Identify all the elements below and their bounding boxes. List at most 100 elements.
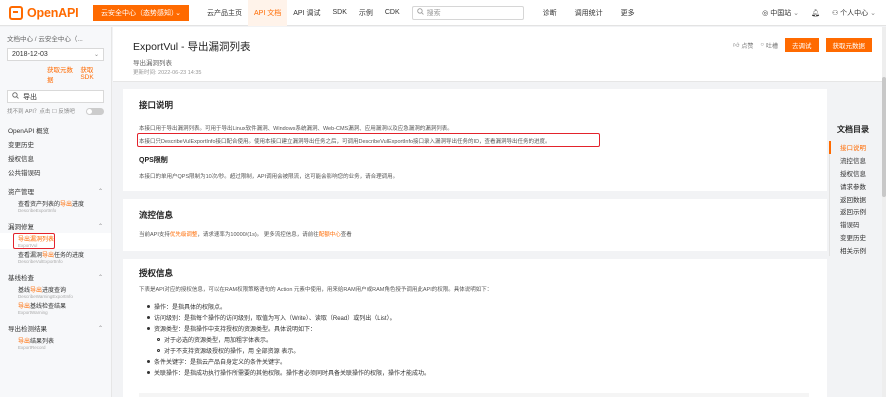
priority-adjust-link[interactable]: 优先级调整 bbox=[170, 232, 198, 238]
nav-item[interactable]: 云产品主页 bbox=[201, 0, 248, 26]
sidebar-api-item[interactable]: 查看漏洞导出任务的进度 DescribeVulExportInfo bbox=[0, 249, 111, 265]
toc-item[interactable]: 返回数据 bbox=[829, 192, 886, 205]
table-of-contents: 文档目录 接口说明 流控信息 授权信息 请求参数 返回数据 返回示例 错误码 变更历史 相关示例 bbox=[829, 124, 886, 257]
aliyun-logo-icon bbox=[9, 5, 23, 20]
search-input[interactable]: 搜索 bbox=[411, 5, 524, 20]
toc-item[interactable]: 授权信息 bbox=[829, 166, 886, 180]
page-title: ExportVul - 导出漏洞列表 bbox=[133, 41, 251, 53]
sidebar-group[interactable]: 漏洞修复 ⌃ bbox=[0, 219, 111, 233]
quota-center-link[interactable]: 配额中心 bbox=[319, 232, 341, 238]
sidebar-api-item[interactable]: 导出结果列表 ExportRecord bbox=[0, 335, 111, 351]
sidebar-api-item[interactable]: 导出漏洞列表 ExportVul bbox=[0, 233, 111, 249]
search-icon bbox=[12, 92, 19, 101]
user-icon: ⚇ bbox=[831, 10, 839, 17]
version-value: 2018-12-03 bbox=[12, 51, 48, 58]
site-switcher[interactable]: ◎ 中国站 ⌄ bbox=[762, 8, 799, 18]
sidebar-api-item[interactable]: 基线导出进度查询 DescribeWarningExportInfo bbox=[0, 284, 111, 300]
api-name: ExportWarning bbox=[18, 310, 48, 315]
nav-item[interactable]: SDK bbox=[326, 0, 352, 26]
sidebar-group-label: 资产管理 bbox=[8, 189, 34, 196]
page-header: ExportVul - 导出漏洞列表 导出漏洞列表 更新时间: 2022-06-… bbox=[113, 27, 886, 82]
logo-text: OpenAPI bbox=[27, 5, 79, 20]
api-title: 查看漏洞导出任务的进度 bbox=[18, 250, 107, 259]
sidebar-item-label: 变更历史 bbox=[8, 142, 34, 149]
search-value: 导出 bbox=[23, 93, 37, 101]
bullet-item: 关联操作：是指成功执行操作所需要的其他权限。操作者必须同时具备关联操作的权限，操… bbox=[147, 367, 430, 378]
toc-item[interactable]: 错误码 bbox=[829, 217, 886, 231]
flow-text-mid: ，请求速率为10000/(1s)。 更多流控信息，请前往 bbox=[197, 232, 319, 238]
sidebar-group[interactable]: 导出检测结果 ⌃ bbox=[0, 321, 111, 335]
page-scrollbar[interactable] bbox=[882, 27, 886, 397]
like-label: 点赞 bbox=[741, 43, 754, 50]
version-select[interactable]: 2018-12-03 ⌄ bbox=[7, 48, 104, 61]
top-navigation-bar: OpenAPI 云安全中心（态势感知） ⌄ 云产品主页 API 文档 API 调试 S… bbox=[0, 0, 886, 26]
sidebar-api-item[interactable]: 导出基线检查结果 ExportWarning bbox=[0, 300, 111, 316]
product-selector-button[interactable]: 云安全中心（态势感知） ⌄ bbox=[93, 4, 189, 21]
section-title-description: 接口说明 bbox=[139, 100, 174, 110]
feedback-text[interactable]: 找不到 API？点击 ☐ 反馈吧 bbox=[7, 107, 75, 115]
sidebar-group-label: 基线检查 bbox=[8, 275, 34, 282]
desc-line-2: 本接口只DescribeVulExportInfo接口配合使用。使用本接口建立漏… bbox=[139, 139, 551, 145]
debug-button[interactable]: 去调试 bbox=[785, 38, 819, 52]
nav-item[interactable]: 调用统计 bbox=[566, 0, 612, 26]
chevron-up-icon: ⌃ bbox=[97, 223, 103, 230]
thumb-up-icon: 👍︎ bbox=[733, 43, 740, 49]
get-metadata-button[interactable]: 获取元数据 bbox=[825, 38, 872, 52]
toc-list: 接口说明 流控信息 授权信息 请求参数 返回数据 返回示例 错误码 变更历史 相关示例 bbox=[829, 141, 886, 257]
api-tree: OpenAPI 概览 变更历史 授权信息 公共错误码 资产管理 ⌃ 查看资产列表的导出进度 D… bbox=[0, 123, 111, 351]
section-title-auth: 授权信息 bbox=[139, 268, 174, 278]
chevron-down-icon: ⌄ bbox=[93, 52, 99, 58]
sidebar-group[interactable]: 基线检查 ⌃ bbox=[0, 270, 111, 284]
nav-item[interactable]: 更多 bbox=[612, 0, 644, 26]
toc-item[interactable]: 接口说明 bbox=[829, 141, 886, 154]
bullet-item: 访问级别：是指每个操作的访问级别，取值为写入（Write）、读取（Read）或列… bbox=[147, 312, 430, 323]
account-menu[interactable]: ⚇ 个人中心 ⌄ bbox=[832, 8, 876, 18]
search-icon bbox=[416, 8, 424, 17]
filter-toggle[interactable] bbox=[86, 107, 104, 115]
sidebar-item[interactable]: 授权信息 bbox=[0, 151, 111, 165]
toc-item[interactable]: 返回示例 bbox=[829, 204, 886, 218]
api-search-input[interactable]: 导出 bbox=[7, 90, 104, 103]
get-metadata-link[interactable]: 获取元数据 bbox=[47, 64, 74, 84]
bullet-item: 条件关键字：是指云产品自身定义的条件关键字。 bbox=[147, 356, 430, 367]
sidebar-item[interactable]: 变更历史 bbox=[0, 137, 111, 151]
toc-item[interactable]: 请求参数 bbox=[829, 179, 886, 193]
highlight-box bbox=[13, 233, 55, 249]
notification-bell-icon[interactable]: 🔔︎ bbox=[811, 9, 820, 17]
feedback-row: 找不到 API？点击 ☐ 反馈吧 bbox=[7, 107, 104, 115]
api-title: 基线导出进度查询 bbox=[18, 285, 107, 294]
bullet-item: 对于必选的资源类型，用加粗字体表示。 bbox=[147, 334, 430, 345]
site-label: 中国站 bbox=[770, 10, 792, 17]
sidebar-item[interactable]: 公共错误码 bbox=[0, 165, 111, 179]
toc-item[interactable]: 流控信息 bbox=[829, 153, 886, 167]
nav-item[interactable]: CDK bbox=[379, 0, 406, 26]
header-actions: 👍︎ 点赞 ○ 吐槽 去调试 获取元数据 bbox=[733, 38, 872, 52]
api-title: 查看资产列表的导出进度 bbox=[18, 199, 107, 208]
update-time: 更新时间: 2022-06-23 14:35 bbox=[133, 70, 202, 76]
sidebar-links: 获取元数据 获取 SDK bbox=[47, 64, 104, 84]
get-sdk-link[interactable]: 获取 SDK bbox=[80, 64, 104, 84]
bullet-text: 资源类型：是指操作中支持授权的资源类型。具体说明如下： bbox=[154, 327, 317, 333]
auth-intro: 下表是API对应的授权信息，可以在RAM权限策略语句的 Action 元素中使用… bbox=[139, 287, 493, 293]
sidebar-group[interactable]: 资产管理 ⌃ bbox=[0, 184, 111, 198]
scrollbar-thumb[interactable] bbox=[882, 77, 886, 197]
api-title: 导出基线检查结果 bbox=[18, 301, 107, 310]
sidebar-api-item[interactable]: 查看资产列表的导出进度 DescribeExportInfo bbox=[0, 198, 111, 214]
toc-item[interactable]: 变更历史 bbox=[829, 230, 886, 244]
chevron-down-icon: ⌄ bbox=[175, 9, 181, 17]
qps-title: QPS限制 bbox=[139, 157, 168, 164]
sidebar-item[interactable]: OpenAPI 概览 bbox=[0, 123, 111, 137]
breadcrumb[interactable]: 文档中心 / 云安全中心（... bbox=[0, 27, 111, 43]
top-nav: 云产品主页 API 文档 API 调试 SDK 示例 CDK bbox=[201, 0, 406, 26]
openapi-logo[interactable]: OpenAPI bbox=[9, 5, 87, 20]
product-name: 云安全中心（态势感知） bbox=[101, 9, 178, 17]
nav-item[interactable]: API 调试 bbox=[287, 0, 326, 26]
bullet-dot bbox=[147, 371, 150, 374]
doc-content: 接口说明 本接口用于导出漏洞列表。可用于导出Linux软件漏洞、Windows系… bbox=[123, 89, 827, 397]
dislike-button[interactable]: ○ 吐槽 bbox=[760, 41, 778, 50]
nav-item[interactable]: 诊断 bbox=[534, 0, 566, 26]
nav-item[interactable]: 示例 bbox=[353, 0, 379, 26]
like-button[interactable]: 👍︎ 点赞 bbox=[733, 41, 753, 50]
toc-item[interactable]: 相关示例 bbox=[829, 243, 886, 257]
nav-item[interactable]: API 文档 bbox=[248, 0, 288, 26]
